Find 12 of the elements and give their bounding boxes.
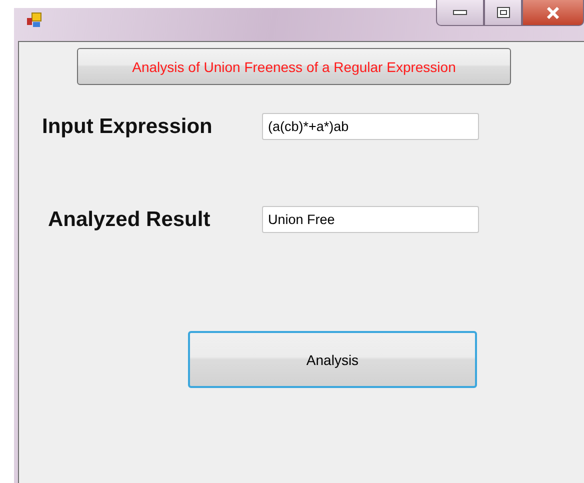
- field-label: Input Expression: [41, 114, 214, 138]
- field-label: Analyzed Result: [47, 208, 212, 232]
- close-button[interactable]: [522, 0, 584, 26]
- analysis-button[interactable]: Analysis: [188, 331, 477, 388]
- app-icon: [26, 12, 42, 28]
- minimize-button[interactable]: [436, 0, 484, 26]
- close-icon: [546, 6, 560, 18]
- maximize-icon: [496, 7, 510, 18]
- minimize-icon: [453, 10, 467, 16]
- maximize-button[interactable]: [484, 0, 522, 26]
- text-field[interactable]: Union Free: [262, 206, 479, 233]
- text-field[interactable]: (a(cb)*+a*)ab: [262, 113, 479, 140]
